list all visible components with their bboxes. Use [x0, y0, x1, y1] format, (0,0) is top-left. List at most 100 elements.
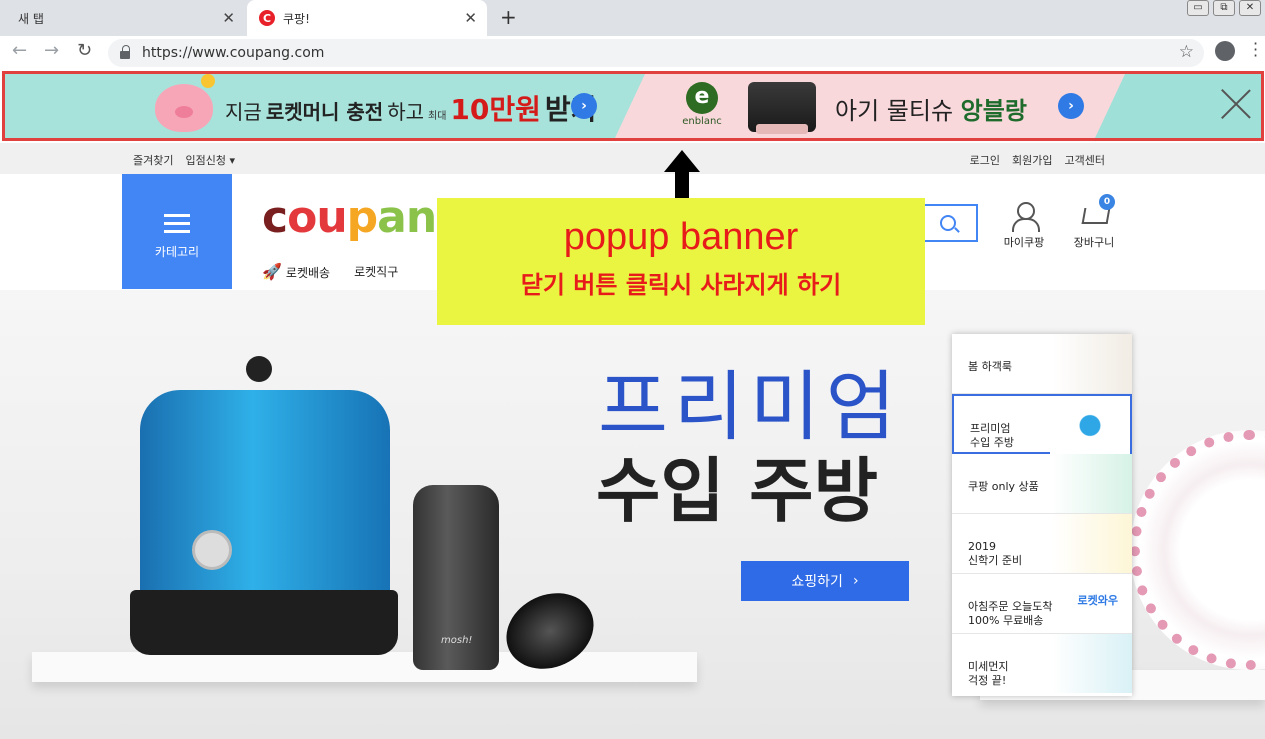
side-item-label: 미세먼지 걱정 끝!: [968, 660, 1009, 687]
customer-center-link[interactable]: 고객센터: [1065, 152, 1105, 168]
rocket-icon: 🚀: [262, 262, 282, 281]
logo-part: c: [262, 192, 288, 243]
banner-amount: 10만원: [450, 93, 541, 126]
category-label: 카테고리: [154, 245, 200, 259]
hero-side-list: 봄 하객룩 프리미엄 수입 주방 쿠팡 only 상품 2019 신학기 준비 …: [952, 334, 1132, 696]
logo-part: p: [346, 192, 378, 243]
signup-link[interactable]: 회원가입: [1012, 152, 1052, 168]
banner-prefix: 지금: [225, 100, 262, 124]
popup-banner: 지금 로켓머니 충전 하고 최대 10만원 받기 › e enblanc 아기 …: [2, 71, 1264, 141]
cart-label: 장바구니: [1073, 236, 1115, 249]
tumbler-brand: mosh!: [441, 635, 473, 646]
cart-button[interactable]: 0 장바구니: [1066, 194, 1122, 250]
browser-tabbar: 새 탭 ✕ C 쿠팡! ✕ + ▭ ⧉ ✕: [0, 0, 1265, 36]
piggy-bank-icon: [155, 84, 213, 132]
banner-rocket-money[interactable]: 지금 로켓머니 충전 하고 최대 10만원 받기 ›: [5, 74, 645, 138]
model-thumbnail: [1052, 334, 1132, 393]
enblanc-logo-mark: e: [686, 82, 718, 114]
cart-count-badge: 0: [1099, 194, 1115, 210]
utility-bar: 즐겨찾기 입점신청 ▾ 로그인 회원가입 고객센터: [0, 143, 1265, 174]
new-tab-button[interactable]: +: [500, 5, 517, 29]
my-coupang-button[interactable]: 마이쿠팡: [996, 202, 1052, 250]
tumbler-image: mosh!: [413, 485, 499, 670]
side-item-premium-kitchen[interactable]: 프리미엄 수입 주방: [952, 394, 1132, 455]
user-icon: [1011, 202, 1040, 232]
my-coupang-label: 마이쿠팡: [1003, 236, 1045, 249]
tab-new-tab[interactable]: 새 탭 ✕: [0, 0, 245, 36]
tab-label: 쿠팡!: [283, 11, 310, 26]
banner-rocket-money-label: 로켓머니 충전: [265, 100, 384, 124]
close-tab-icon[interactable]: ✕: [464, 9, 477, 27]
bookmark-star-icon[interactable]: ☆: [1179, 42, 1194, 62]
annotation-arrow-up-icon: [664, 150, 700, 200]
shop-now-label: 쇼핑하기: [791, 574, 843, 590]
coin-icon: [201, 74, 215, 88]
coupang-logo[interactable]: coupang: [262, 192, 468, 243]
shop-now-button[interactable]: 쇼핑하기 ›: [741, 561, 909, 601]
arrow-right-icon[interactable]: ›: [1058, 93, 1084, 119]
laptop-thumbnail: [1052, 514, 1132, 573]
rocket-delivery-label: 로켓배송: [285, 266, 331, 280]
banner-right-text: 아기 물티슈 앙블랑: [835, 91, 1027, 126]
address-bar[interactable]: https://www.coupang.com ☆: [108, 39, 1204, 67]
banner-left-text: 지금 로켓머니 충전 하고 최대 10만원 받기: [225, 88, 596, 128]
side-item-new-semester[interactable]: 2019 신학기 준비: [952, 514, 1132, 574]
banner-max: 최대: [428, 111, 447, 122]
lock-icon: [120, 45, 130, 59]
arrow-right-icon[interactable]: ›: [571, 93, 597, 119]
seller-signup-link[interactable]: 입점신청 ▾: [185, 152, 235, 168]
toaster-image: [130, 356, 398, 660]
banner-close-icon[interactable]: [1221, 88, 1251, 118]
bookmark-link[interactable]: 즐겨찾기: [133, 152, 173, 168]
rocket-wow-badge: 로켓와우: [1077, 594, 1118, 607]
mask-thumbnail: [1052, 634, 1132, 693]
chevron-right-icon: ›: [852, 573, 859, 589]
minimize-button[interactable]: ▭: [1187, 0, 1209, 16]
tab-label: 새 탭: [18, 11, 44, 26]
rice-thumbnail: [1052, 454, 1132, 513]
annotation-title: popup banner: [563, 216, 799, 258]
side-item-label: 봄 하객룩: [968, 360, 1012, 373]
header-subnav: 🚀 로켓배송 로켓직구: [262, 262, 398, 281]
cart-icon: 0: [1079, 194, 1115, 230]
side-item-fine-dust[interactable]: 미세먼지 걱정 끝!: [952, 634, 1132, 694]
hamburger-icon: [164, 214, 190, 233]
enblanc-logo: e enblanc: [677, 82, 727, 132]
toaster-thumbnail: [1050, 396, 1130, 455]
forward-icon[interactable]: →: [44, 40, 59, 61]
rocket-direct-link[interactable]: 로켓직구: [354, 263, 398, 280]
banner-product: 아기 물티슈: [835, 97, 954, 125]
hero-title-kitchen: 수입 주방: [596, 450, 878, 532]
search-button[interactable]: [920, 204, 978, 242]
back-icon[interactable]: ←: [12, 40, 27, 61]
browser-menu-icon[interactable]: · · ·: [1253, 36, 1258, 64]
search-icon: [940, 215, 956, 231]
profile-avatar-icon[interactable]: [1215, 41, 1235, 61]
logo-part: an: [377, 192, 437, 243]
close-tab-icon[interactable]: ✕: [222, 9, 235, 27]
side-item-label: 프리미엄 수입 주방: [970, 422, 1014, 449]
annotation-box: popup banner 닫기 버튼 클릭시 사라지게 하기: [437, 198, 925, 325]
hero-banner: mosh! 프리미엄 수입 주방 쇼핑하기 › 봄 하객룩 프리미엄 수입 주방…: [0, 290, 1265, 739]
reload-icon[interactable]: ↻: [77, 40, 92, 61]
tab-coupang[interactable]: C 쿠팡! ✕: [247, 0, 487, 36]
wipe-warmer-image: [748, 82, 816, 134]
banner-brand-highlight: 앙블랑: [960, 97, 1027, 125]
logo-part: ou: [287, 192, 348, 243]
login-link[interactable]: 로그인: [970, 152, 1000, 168]
side-item-coupang-only[interactable]: 쿠팡 only 상품: [952, 454, 1132, 514]
side-item-label: 쿠팡 only 상품: [968, 480, 1039, 493]
floral-plate-image: [1130, 430, 1265, 670]
url-text: https://www.coupang.com: [142, 45, 325, 61]
side-item-rocket-wow[interactable]: 아침주문 오늘도착 100% 무료배송 로켓와우: [952, 574, 1132, 634]
enblanc-brand: enblanc: [682, 116, 722, 127]
category-button[interactable]: 카테고리: [122, 174, 232, 289]
side-item-label: 2019 신학기 준비: [968, 540, 1023, 567]
browser-toolbar: ← → ↻ https://www.coupang.com ☆ · · ·: [0, 36, 1265, 68]
window-controls: ▭ ⧉ ✕: [1187, 0, 1261, 16]
side-item-spring-guest[interactable]: 봄 하객룩: [952, 334, 1132, 394]
side-item-label: 아침주문 오늘도착 100% 무료배송: [968, 600, 1053, 627]
close-window-button[interactable]: ✕: [1239, 0, 1261, 16]
restore-button[interactable]: ⧉: [1213, 0, 1235, 16]
rocket-delivery-link[interactable]: 🚀 로켓배송: [262, 262, 330, 281]
